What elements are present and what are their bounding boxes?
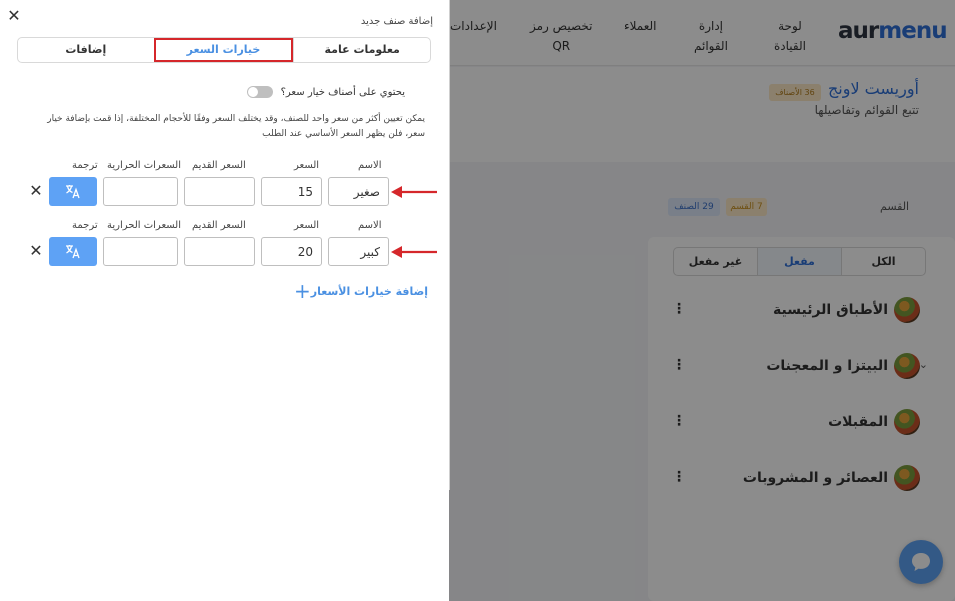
nav-menus[interactable]: إدارة القوائم — [694, 16, 728, 56]
category-row[interactable]: المقبلات ⋮ — [672, 408, 928, 436]
items-count-pill: 29 الصنف — [668, 198, 720, 216]
calories-header: السعرات الحرارية — [107, 220, 182, 231]
translate-header: ترجمة — [72, 220, 98, 231]
category-image — [894, 353, 920, 379]
toggle-label: يحتوي على أصناف خيار سعر؟ — [280, 86, 405, 98]
price-options-toggle[interactable] — [246, 86, 273, 98]
sections-count-pill: 7 القسم — [726, 198, 767, 216]
translate-button[interactable] — [49, 177, 97, 206]
nav-customers[interactable]: العملاء — [624, 16, 657, 36]
calories-header: السعرات الحرارية — [107, 160, 182, 171]
remove-option-icon[interactable]: ✕ — [28, 183, 44, 199]
remove-option-icon[interactable]: ✕ — [28, 243, 44, 259]
page-title: أوريست لاونج — [827, 79, 919, 98]
category-name: البيتزا و المعجنات — [766, 358, 888, 374]
page-subtitle: تتبع القوائم وتفاصيلها — [814, 103, 919, 117]
tab-addons[interactable]: إضافات — [18, 38, 154, 62]
chevron-down-icon[interactable]: ⌄ — [919, 358, 928, 371]
filter-active[interactable]: مفعل — [757, 248, 841, 275]
price-options-info-text: يمكن تعيين أكثر من سعر واحد للصنف، وقد ي… — [47, 114, 425, 139]
translate-icon — [66, 185, 80, 199]
nav-qr[interactable]: تخصيص رمز QR — [530, 16, 592, 56]
filter-all[interactable]: الكل — [841, 248, 925, 275]
status-filter: الكل مفعل غير مفعل — [673, 247, 926, 276]
add-price-options-link[interactable]: إضافة خيارات الأسعار + — [290, 279, 428, 303]
category-image — [894, 409, 920, 435]
category-row[interactable]: الأطباق الرئيسية ⋮ — [672, 296, 928, 324]
option-calories-input[interactable] — [103, 177, 178, 206]
name-header: الاسم — [358, 160, 382, 171]
tab-price-options[interactable]: خيارات السعر — [153, 38, 294, 62]
option-old-price-input[interactable] — [184, 237, 255, 266]
name-header: الاسم — [358, 220, 382, 231]
price-header: السعر — [294, 220, 320, 231]
category-name: المقبلات — [828, 414, 888, 430]
translate-button[interactable] — [49, 237, 97, 266]
more-options-icon[interactable]: ⋮ — [672, 468, 686, 486]
more-options-icon[interactable]: ⋮ — [672, 356, 686, 374]
translate-icon — [66, 245, 80, 259]
option-name-input[interactable] — [328, 177, 389, 206]
drawer-title: إضافة صنف جديد — [360, 16, 433, 27]
more-options-icon[interactable]: ⋮ — [672, 412, 686, 430]
plus-icon: + — [294, 279, 311, 303]
option-name-input[interactable] — [328, 237, 389, 266]
aurmenu-logo[interactable]: aurmenu — [838, 18, 948, 44]
nav-settings[interactable]: الإعدادات — [450, 16, 497, 36]
tab-general-info[interactable]: معلومات عامة — [293, 38, 430, 62]
category-name: الأطباق الرئيسية — [773, 302, 888, 318]
old-price-header: السعر القديم — [192, 160, 246, 171]
option-price-input[interactable] — [261, 177, 322, 206]
items-count-badge: 36 الأصناف — [769, 84, 821, 101]
category-image — [894, 297, 920, 323]
red-arrow-annotation-icon — [391, 186, 437, 198]
option-calories-input[interactable] — [103, 237, 178, 266]
option-old-price-input[interactable] — [184, 177, 255, 206]
category-row[interactable]: العصائر و المشروبات ⋮ — [672, 464, 928, 492]
category-row[interactable]: ⌄ البيتزا و المعجنات ⋮ — [672, 352, 928, 380]
filter-inactive[interactable]: غير مفعل — [674, 248, 757, 275]
category-image — [894, 465, 920, 491]
drawer-tabs: معلومات عامة خيارات السعر إضافات — [17, 37, 431, 63]
chat-bubble-icon — [912, 553, 930, 571]
add-price-options-label: إضافة خيارات الأسعار — [310, 284, 428, 298]
red-arrow-annotation-icon — [391, 246, 437, 258]
close-icon[interactable]: ✕ — [6, 8, 22, 24]
nav-dashboard[interactable]: لوحة القيادة — [774, 16, 806, 56]
old-price-header: السعر القديم — [192, 220, 246, 231]
price-options-toggle-row: يحتوي على أصناف خيار سعر؟ — [246, 86, 405, 98]
add-item-drawer: ✕ إضافة صنف جديد معلومات عامة خيارات الس… — [0, 0, 449, 601]
price-header: السعر — [294, 160, 320, 171]
chat-button[interactable] — [899, 540, 943, 584]
section-label: القسم — [880, 200, 910, 213]
option-price-input[interactable] — [261, 237, 322, 266]
category-name: العصائر و المشروبات — [742, 470, 888, 486]
translate-header: ترجمة — [72, 160, 98, 171]
more-options-icon[interactable]: ⋮ — [672, 300, 686, 318]
